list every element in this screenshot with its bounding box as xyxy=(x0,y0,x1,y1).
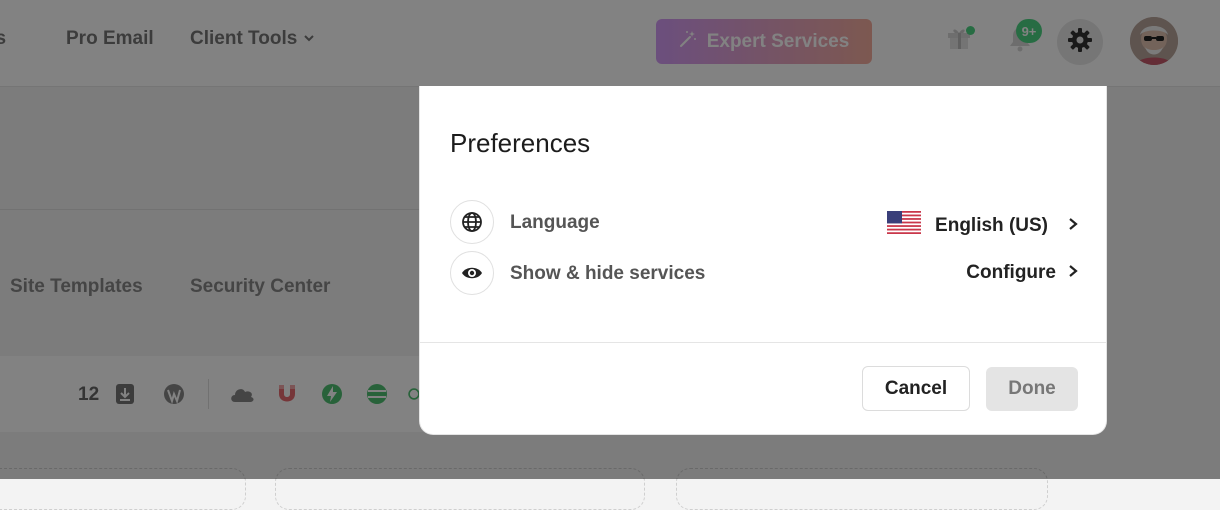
language-row[interactable]: Language English (US) xyxy=(450,200,1078,246)
language-value-text: English (US) xyxy=(935,214,1048,236)
modal-title: Preferences xyxy=(450,128,591,158)
chevron-right-icon xyxy=(1068,215,1078,237)
services-row[interactable]: Show & hide services Configure xyxy=(450,251,1078,297)
modal-footer-divider xyxy=(420,342,1106,343)
configure-link[interactable]: Configure xyxy=(966,262,1078,284)
us-flag-icon xyxy=(887,211,922,240)
preferences-modal: Preferences Language English (US) Show &… xyxy=(419,86,1107,435)
services-label: Show & hide services xyxy=(510,263,706,284)
done-button[interactable]: Done xyxy=(986,367,1078,411)
language-value[interactable]: English (US) xyxy=(887,211,1078,240)
globe-icon xyxy=(450,200,494,244)
language-label: Language xyxy=(510,212,600,233)
configure-text: Configure xyxy=(966,262,1056,283)
eye-icon xyxy=(450,251,494,295)
cancel-button[interactable]: Cancel xyxy=(862,366,970,411)
chevron-right-icon xyxy=(1068,262,1078,284)
